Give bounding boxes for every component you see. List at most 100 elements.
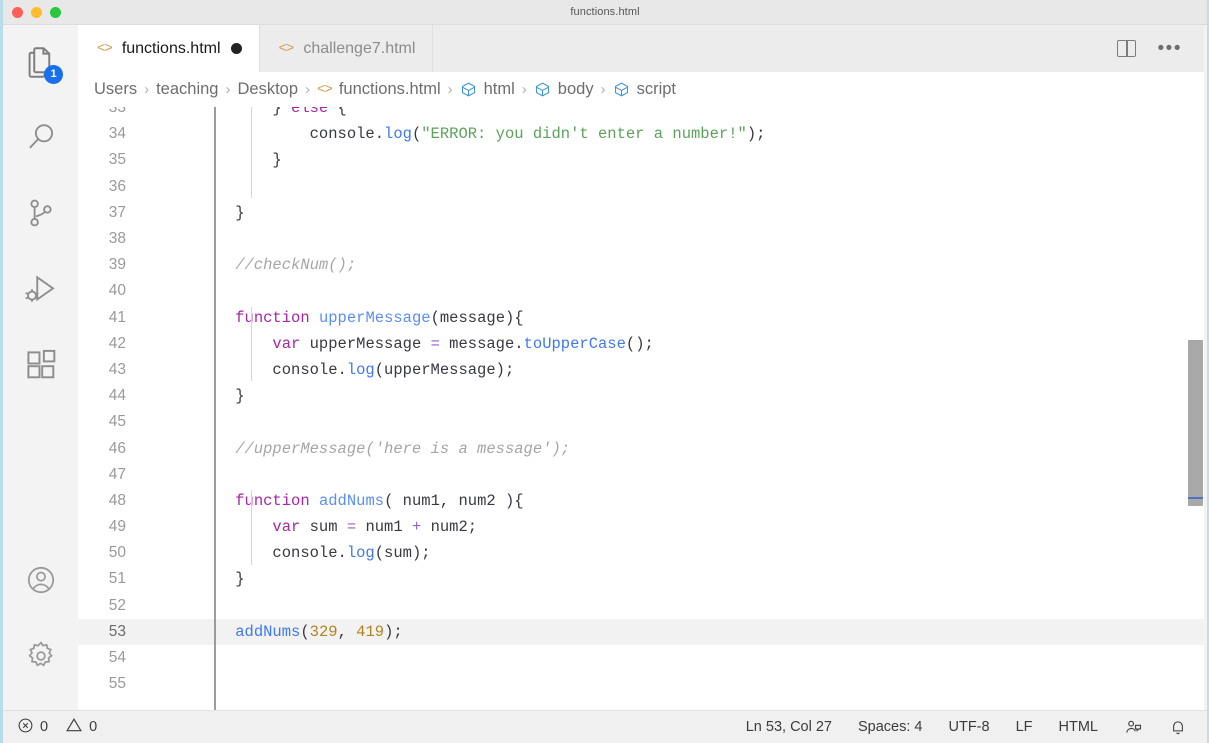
- token-kw: var: [272, 518, 301, 537]
- code-line[interactable]: 36: [78, 174, 1204, 200]
- token-prop: log: [384, 125, 412, 144]
- breadcrumb-label: teaching: [156, 80, 219, 98]
- vscode-window: functions.html 1 <> functions.html <> ch…: [0, 0, 1209, 743]
- unsaved-indicator-icon[interactable]: [230, 43, 242, 54]
- code-line[interactable]: 40: [78, 278, 1204, 304]
- breadcrumb-item-script[interactable]: script: [613, 80, 676, 99]
- breadcrumb-item-users[interactable]: Users: [94, 80, 137, 99]
- bell-icon[interactable]: [1169, 718, 1187, 736]
- breadcrumb-separator-icon: ›: [225, 81, 231, 98]
- code-line[interactable]: 43 console.log(upperMessage);: [78, 357, 1204, 383]
- tab-challenge7-html[interactable]: <> challenge7.html: [259, 25, 434, 72]
- line-number: 54: [108, 649, 126, 667]
- sidebar-item-source-control[interactable]: [3, 177, 78, 253]
- code-line[interactable]: 49 var sum = num1 + num2;: [78, 514, 1204, 540]
- split-editor-icon[interactable]: [1116, 40, 1136, 57]
- token-plain: console.: [198, 544, 347, 563]
- code-line[interactable]: 47: [78, 462, 1204, 488]
- scrollbar-thumb[interactable]: [1188, 340, 1203, 506]
- status-problems[interactable]: 0 0: [17, 716, 97, 738]
- token-kw: function: [235, 491, 310, 510]
- token-plain: }: [198, 570, 245, 589]
- live-share-icon[interactable]: [1124, 718, 1143, 737]
- breadcrumb-item-teaching[interactable]: teaching: [156, 80, 218, 99]
- code-scroll-area: 33 } else {34 console.log("ERROR: you di…: [78, 107, 1204, 710]
- token-plain: sum: [300, 518, 347, 537]
- code-text: var sum = num1 + num2;: [198, 518, 1204, 536]
- minimize-window-button[interactable]: [31, 6, 42, 18]
- code-line[interactable]: 44 }: [78, 383, 1204, 409]
- code-line[interactable]: 38: [78, 226, 1204, 252]
- token-op: +: [411, 518, 422, 537]
- code-text: console.log(sum);: [198, 544, 1204, 562]
- breadcrumb-label: Desktop: [237, 80, 299, 98]
- code-line[interactable]: 54: [78, 645, 1204, 671]
- gear-icon: [24, 639, 58, 678]
- status-language-mode[interactable]: HTML: [1059, 719, 1098, 735]
- sidebar-item-explorer[interactable]: 1: [3, 25, 78, 101]
- code-line[interactable]: 34 console.log("ERROR: you didn't enter …: [78, 121, 1204, 147]
- code-line[interactable]: 48 function addNums( num1, num2 ){: [78, 488, 1204, 514]
- code-text: //checkNum();: [198, 256, 1204, 274]
- activity-bar-top-group: 1: [3, 25, 78, 405]
- code-line[interactable]: 37 }: [78, 200, 1204, 226]
- code-text: }: [198, 570, 1204, 588]
- code-line[interactable]: 50 console.log(sum);: [78, 540, 1204, 566]
- line-number: 45: [108, 413, 126, 431]
- line-number: 37: [108, 203, 126, 221]
- token-plain: }: [198, 151, 282, 170]
- code-line[interactable]: 45: [78, 409, 1204, 435]
- line-number: 39: [108, 256, 126, 274]
- sidebar-item-run-and-debug[interactable]: [3, 253, 78, 329]
- editor-vertical-scrollbar[interactable]: [1187, 107, 1204, 710]
- code-line[interactable]: 51 }: [78, 566, 1204, 592]
- breadcrumb-item-html[interactable]: html: [460, 80, 515, 99]
- tab-functions-html[interactable]: <> functions.html: [78, 25, 260, 72]
- line-number: 43: [108, 360, 126, 378]
- code-line[interactable]: 52: [78, 593, 1204, 619]
- html-code-icon: <>: [278, 40, 295, 57]
- html-code-icon: <>: [97, 40, 113, 57]
- breadcrumb-item-desktop[interactable]: Desktop: [237, 80, 298, 99]
- token-fn: addNums: [318, 491, 385, 510]
- code-line[interactable]: 55: [78, 671, 1204, 697]
- maximize-window-button[interactable]: [50, 6, 61, 18]
- explorer-badge: 1: [44, 65, 63, 84]
- token-num: 329: [309, 622, 338, 641]
- token-plain: );: [746, 125, 766, 144]
- token-plain: }: [198, 107, 292, 118]
- token-plain: message.: [439, 334, 524, 353]
- token-plain: num2;: [421, 518, 478, 537]
- status-cursor-position[interactable]: Ln 53, Col 27: [746, 719, 832, 735]
- code-editor[interactable]: 33 } else {34 console.log("ERROR: you di…: [78, 107, 1204, 710]
- breadcrumb-label: Users: [94, 80, 138, 98]
- breadcrumb-item-body[interactable]: body: [534, 80, 594, 99]
- code-line[interactable]: 41 function upperMessage(message){: [78, 305, 1204, 331]
- status-bar-left: 0 0: [3, 716, 97, 738]
- token-plain: ,: [337, 622, 357, 641]
- code-text: var upperMessage = message.toUpperCase()…: [198, 335, 1204, 353]
- status-indentation[interactable]: Spaces: 4: [858, 719, 923, 735]
- code-line[interactable]: 33 } else {: [78, 107, 1204, 121]
- line-number: 50: [108, 544, 126, 562]
- status-line-endings[interactable]: LF: [1016, 719, 1033, 735]
- close-window-button[interactable]: [12, 6, 23, 18]
- status-encoding[interactable]: UTF-8: [949, 719, 990, 735]
- sidebar-item-search[interactable]: [3, 101, 78, 177]
- code-line[interactable]: 53 addNums(329, 419);: [78, 618, 1204, 645]
- code-line[interactable]: 42 var upperMessage = message.toUpperCas…: [78, 331, 1204, 357]
- sidebar-item-accounts[interactable]: [3, 544, 78, 620]
- code-line[interactable]: 39 //checkNum();: [78, 252, 1204, 278]
- line-number: 53: [108, 622, 126, 640]
- html-code-icon: <>: [317, 81, 333, 98]
- code-line[interactable]: 46 //upperMessage('here is a message');: [78, 435, 1204, 461]
- breadcrumb-item-functions-html[interactable]: <> functions.html: [317, 80, 441, 99]
- sidebar-item-manage-settings[interactable]: [3, 620, 78, 696]
- breadcrumb-separator-icon: ›: [600, 81, 606, 98]
- code-text: }: [198, 387, 1204, 405]
- code-line[interactable]: 35 }: [78, 147, 1204, 173]
- sidebar-item-extensions[interactable]: [3, 329, 78, 405]
- code-text: }: [198, 151, 1204, 169]
